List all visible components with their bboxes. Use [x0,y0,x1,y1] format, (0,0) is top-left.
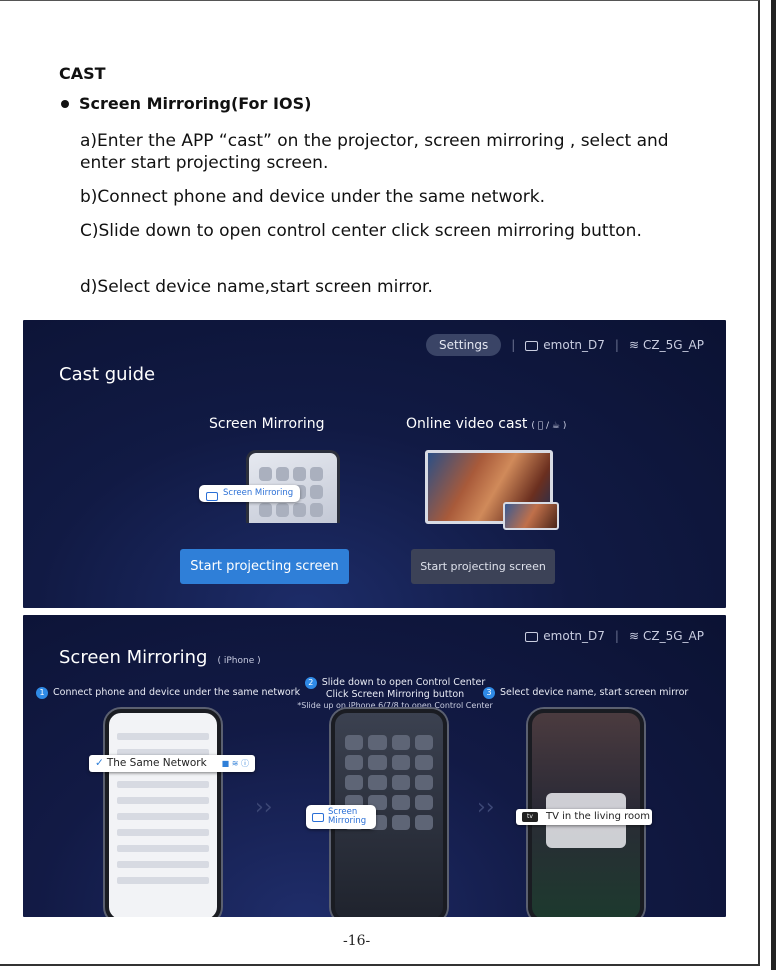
lock-wifi-info-icon: ■ ≋ ⓘ [221,759,249,768]
bullet-item: Screen Mirroring(For IOS) [61,94,311,113]
apple-tv-icon: tv [522,812,538,822]
step-c: C)Slide down to open control center clic… [80,221,642,241]
guide-step-2-line1: 2 Slide down to open Control Center [285,677,505,689]
page-edge [771,0,776,970]
check-icon: ✓ [95,757,104,769]
tv-device-label: TV in the living room [546,811,650,822]
bullet-dot-icon [61,99,69,108]
screen-mirroring-screenshot: emotn_D7 | ≋ CZ_5G_AP Screen Mirroring ( i… [23,615,726,917]
screen-mirroring-badge: Screen Mirroring [199,485,301,502]
device-name: emotn_D7 [543,338,605,352]
phone-wifi-settings [105,709,221,917]
step-number: 2 [304,677,317,689]
status-bar: emotn_D7 | ≋ CZ_5G_AP [525,629,704,643]
platform-icons: (  / ☕ ) [531,421,566,431]
same-network-label: The Same Network [106,757,207,769]
screen-mirroring-callout-label: Screen Mirroring [328,807,367,826]
bullet-label: Screen Mirroring(For IOS) [79,94,312,113]
wifi-name: CZ_5G_AP [643,629,704,643]
start-projecting-video-button[interactable]: Start projecting screen [411,549,555,584]
monitor-icon [525,340,539,351]
same-network-callout: ✓ The Same Network ■ ≋ ⓘ [89,755,255,772]
online-video-cast-label: Online video cast [406,416,528,432]
screen-mirroring-page-title: Screen Mirroring ( iPhone ) [59,647,261,668]
guide-step-2-line2: Click Screen Mirroring button [325,689,465,700]
page-number: -16- [343,933,371,949]
device-status: emotn_D7 [525,629,605,643]
step-number: 1 [36,687,48,699]
wifi-status: ≋ CZ_5G_AP [629,629,704,643]
tv-device-callout: tv TV in the living room [516,809,652,825]
guide-step-1-text: Connect phone and device under the same … [53,687,301,698]
screen-mirroring-title: Screen Mirroring [209,416,325,432]
cast-guide-title: Cast guide [59,364,156,385]
guide-step-2: 2 Slide down to open Control Center Click… [285,677,505,711]
cast-guide-screenshot: Settings | emotn_D7 | ≋ CZ_5G_AP Cast gui… [23,320,726,608]
settings-button[interactable]: Settings [426,334,502,356]
screen-mirroring-title-label: Screen Mirroring [59,647,208,668]
guide-step-2-text: Slide down to open Control Center [321,677,486,688]
wifi-icon: ≋ [628,338,640,352]
guide-step-3: 3 Select device name, start screen mirror [483,687,688,699]
divider: | [614,338,619,352]
phone-video-illustration [503,502,559,530]
section-heading: CAST [59,64,106,83]
guide-step-1: 1 Connect phone and device under the same… [36,687,300,699]
chevron-right-icon: ›› [255,795,273,820]
online-video-cast-title: Online video cast(  / ☕ ) [406,416,566,432]
screen-mirroring-badge-label: Screen Mirroring [223,488,294,498]
platform-note: ( iPhone ) [217,656,261,666]
monitor-icon [525,631,539,642]
divider: | [614,629,619,643]
chevron-right-icon: ›› [477,795,495,820]
wifi-name: CZ_5G_AP [643,338,704,352]
wifi-icon: ≋ [628,629,640,643]
start-projecting-button[interactable]: Start projecting screen [180,549,349,584]
device-status: emotn_D7 [525,338,605,352]
divider: | [511,338,516,352]
step-number: 3 [483,687,495,699]
device-name: emotn_D7 [543,629,605,643]
step-b: b)Connect phone and device under the sam… [80,187,545,207]
status-bar: Settings | emotn_D7 | ≋ CZ_5G_AP [426,334,704,356]
screen-mirroring-icon [312,813,324,822]
screen-mirroring-callout: Screen Mirroring [306,805,376,829]
guide-step-3-text: Select device name, start screen mirror [500,687,689,698]
step-d: d)Select device name,start screen mirror… [80,277,433,297]
wifi-status: ≋ CZ_5G_AP [629,338,704,352]
step-a: a)Enter the APP “cast” on the projector,… [80,131,669,173]
screen-mirroring-icon [206,492,218,501]
